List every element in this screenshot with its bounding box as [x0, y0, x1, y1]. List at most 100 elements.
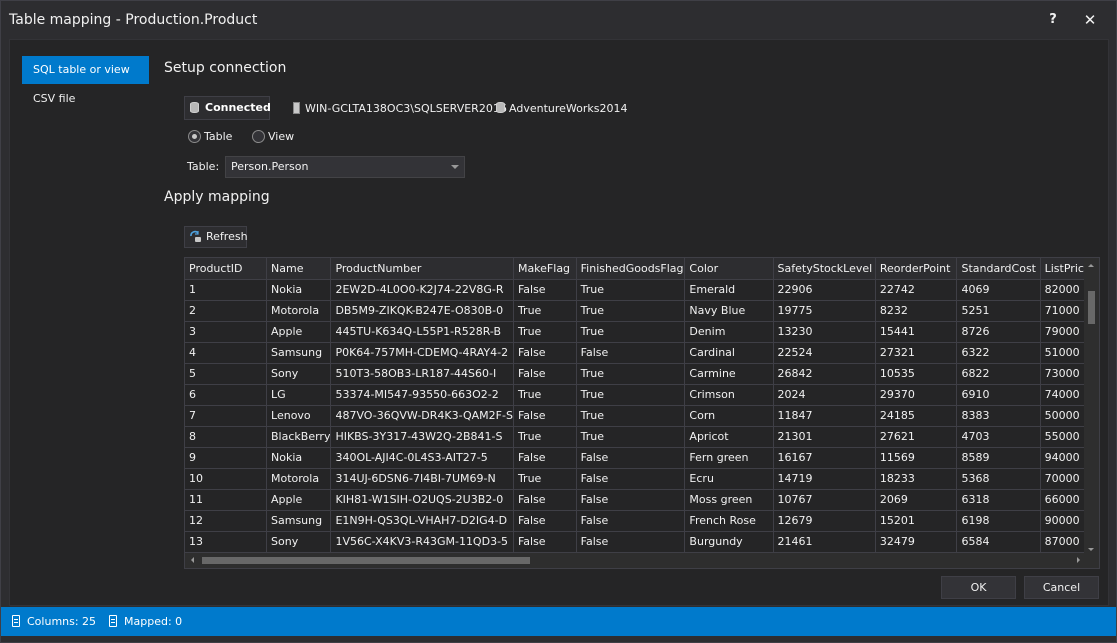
table-row[interactable]: 7 Lenovo 487VO-36QVW-DR4K3-QAM2F-S False Tru…: [185, 405, 1099, 427]
table-row[interactable]: 4 Samsung P0K64-757MH-CDEMQ-4RAY4-2 False Fa…: [185, 342, 1099, 364]
table-cell[interactable]: 29370: [875, 384, 958, 406]
vertical-scrollbar[interactable]: [1084, 258, 1099, 554]
column-header[interactable]: Name: [266, 258, 332, 280]
table-cell[interactable]: 1V56C-X4KV3-R43GM-11QD3-5: [330, 531, 514, 553]
table-cell[interactable]: 2: [185, 300, 268, 322]
table-cell[interactable]: 13230: [773, 321, 876, 343]
table-cell[interactable]: 18233: [875, 468, 958, 490]
table-cell[interactable]: French Rose: [684, 510, 774, 532]
table-cell[interactable]: 1: [185, 279, 268, 301]
table-cell[interactable]: E1N9H-QS3QL-VHAH7-D2IG4-D: [330, 510, 514, 532]
table-cell[interactable]: 5251: [956, 300, 1041, 322]
table-cell[interactable]: True: [576, 300, 686, 322]
table-cell[interactable]: 27621: [875, 426, 958, 448]
table-cell[interactable]: P0K64-757MH-CDEMQ-4RAY4-2: [330, 342, 514, 364]
table-cell[interactable]: DB5M9-ZIKQK-B247E-O830B-0: [330, 300, 514, 322]
table-select[interactable]: Person.Person: [225, 156, 465, 178]
table-row[interactable]: 9 Nokia 340OL-AJI4C-0L4S3-AIT27-5 False Fals…: [185, 447, 1099, 469]
table-cell[interactable]: 26842: [773, 363, 876, 385]
column-header[interactable]: FinishedGoodsFlag: [576, 258, 686, 280]
table-cell[interactable]: False: [576, 531, 686, 553]
table-cell[interactable]: 6822: [956, 363, 1041, 385]
table-row[interactable]: 6 LG 53374-MI547-93550-663O2-2 True True Crim…: [185, 384, 1099, 406]
table-cell[interactable]: False: [513, 405, 577, 427]
table-cell[interactable]: 16167: [773, 447, 876, 469]
column-header[interactable]: ReorderPoint: [875, 258, 958, 280]
table-cell[interactable]: 13: [185, 531, 268, 553]
table-cell[interactable]: 8232: [875, 300, 958, 322]
table-cell[interactable]: False: [513, 447, 577, 469]
table-cell[interactable]: Crimson: [684, 384, 774, 406]
table-cell[interactable]: KIH81-W1SIH-O2UQS-2U3B2-0: [330, 489, 514, 511]
table-row[interactable]: 10 Motorola 314UJ-6DSN6-7I4BI-7UM69-N True F…: [185, 468, 1099, 490]
table-cell[interactable]: True: [513, 384, 577, 406]
table-cell[interactable]: Motorola: [266, 300, 332, 322]
table-cell[interactable]: 6318: [956, 489, 1041, 511]
table-cell[interactable]: Samsung: [266, 510, 332, 532]
table-cell[interactable]: 2EW2D-4L0O0-K2J74-22V8G-R: [330, 279, 514, 301]
table-cell[interactable]: Lenovo: [266, 405, 332, 427]
table-cell[interactable]: 4069: [956, 279, 1041, 301]
table-cell[interactable]: 4: [185, 342, 268, 364]
table-cell[interactable]: True: [513, 321, 577, 343]
horizontal-scrollbar[interactable]: [185, 553, 1099, 568]
table-row[interactable]: 13 Sony 1V56C-X4KV3-R43GM-11QD3-5 False Fals…: [185, 531, 1099, 553]
table-cell[interactable]: True: [576, 384, 686, 406]
table-cell[interactable]: False: [576, 342, 686, 364]
table-cell[interactable]: Apple: [266, 321, 332, 343]
table-cell[interactable]: False: [513, 510, 577, 532]
table-cell[interactable]: 12679: [773, 510, 876, 532]
table-cell[interactable]: 6322: [956, 342, 1041, 364]
table-cell[interactable]: 22524: [773, 342, 876, 364]
table-cell[interactable]: False: [576, 510, 686, 532]
column-header[interactable]: ProductID: [185, 258, 268, 280]
table-cell[interactable]: True: [576, 321, 686, 343]
table-cell[interactable]: 5: [185, 363, 268, 385]
table-cell[interactable]: 340OL-AJI4C-0L4S3-AIT27-5: [330, 447, 514, 469]
table-cell[interactable]: False: [513, 363, 577, 385]
table-cell[interactable]: 6198: [956, 510, 1041, 532]
table-cell[interactable]: 6584: [956, 531, 1041, 553]
table-cell[interactable]: 10: [185, 468, 268, 490]
table-cell[interactable]: False: [576, 447, 686, 469]
table-cell[interactable]: Nokia: [266, 279, 332, 301]
table-cell[interactable]: 10535: [875, 363, 958, 385]
table-cell[interactable]: 10767: [773, 489, 876, 511]
table-cell[interactable]: True: [513, 300, 577, 322]
table-cell[interactable]: 8: [185, 426, 268, 448]
table-cell[interactable]: 24185: [875, 405, 958, 427]
table-row[interactable]: 1 Nokia 2EW2D-4L0O0-K2J74-22V8G-R False True…: [185, 279, 1099, 301]
table-cell[interactable]: Moss green: [684, 489, 774, 511]
table-cell[interactable]: Corn: [684, 405, 774, 427]
table-row[interactable]: 3 Apple 445TU-K634Q-L55P1-R528R-B True True D…: [185, 321, 1099, 343]
table-cell[interactable]: 4703: [956, 426, 1041, 448]
column-header[interactable]: Color: [684, 258, 774, 280]
table-cell[interactable]: Carmine: [684, 363, 774, 385]
table-cell[interactable]: 2024: [773, 384, 876, 406]
table-cell[interactable]: 21461: [773, 531, 876, 553]
table-cell[interactable]: 445TU-K634Q-L55P1-R528R-B: [330, 321, 514, 343]
table-cell[interactable]: 8589: [956, 447, 1041, 469]
horizontal-scroll-thumb[interactable]: [202, 557, 530, 564]
table-cell[interactable]: Ecru: [684, 468, 774, 490]
table-cell[interactable]: 314UJ-6DSN6-7I4BI-7UM69-N: [330, 468, 514, 490]
table-cell[interactable]: 53374-MI547-93550-663O2-2: [330, 384, 514, 406]
radio-table[interactable]: [188, 130, 201, 143]
table-cell[interactable]: Apricot: [684, 426, 774, 448]
cancel-button[interactable]: Cancel: [1024, 576, 1099, 599]
table-cell[interactable]: False: [513, 489, 577, 511]
table-cell[interactable]: True: [513, 426, 577, 448]
table-cell[interactable]: 6: [185, 384, 268, 406]
table-cell[interactable]: BlackBerry: [266, 426, 332, 448]
table-cell[interactable]: False: [513, 531, 577, 553]
column-header[interactable]: MakeFlag: [513, 258, 577, 280]
table-cell[interactable]: 15201: [875, 510, 958, 532]
table-cell[interactable]: Emerald: [684, 279, 774, 301]
column-header[interactable]: ProductNumber: [330, 258, 514, 280]
table-cell[interactable]: True: [576, 279, 686, 301]
table-cell[interactable]: 21301: [773, 426, 876, 448]
table-cell[interactable]: False: [513, 279, 577, 301]
table-cell[interactable]: Sony: [266, 363, 332, 385]
table-cell[interactable]: False: [513, 342, 577, 364]
table-cell[interactable]: True: [513, 468, 577, 490]
